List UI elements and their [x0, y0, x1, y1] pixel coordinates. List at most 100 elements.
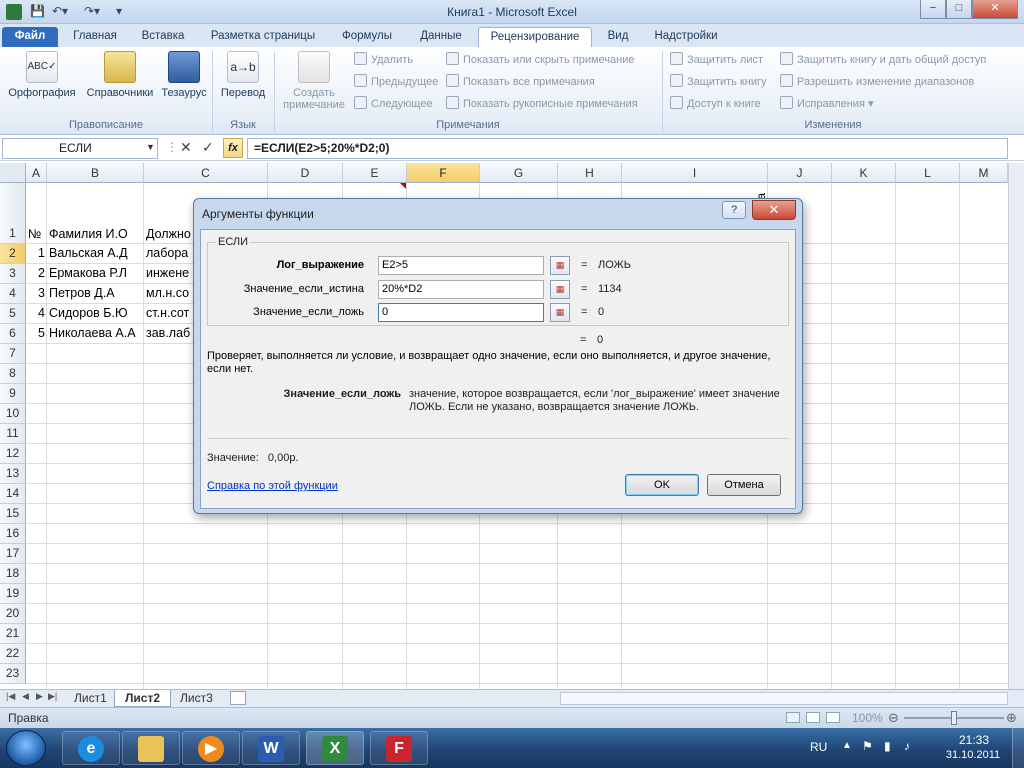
tab-review[interactable]: Рецензирование [478, 27, 592, 47]
cell-b2[interactable]: Вальская А.Д [47, 244, 144, 263]
row-header-5[interactable]: 5 [0, 304, 26, 324]
cell-b3[interactable]: Ермакова Р.Л [47, 264, 144, 283]
sheet-tab-2[interactable]: Лист2 [114, 690, 172, 707]
taskbar-media-player[interactable]: ▶ [182, 731, 240, 765]
share-book-button[interactable]: Доступ к книге [670, 95, 761, 113]
normal-view-icon[interactable] [786, 712, 800, 723]
cell-b5[interactable]: Сидоров Б.Ю [47, 304, 144, 323]
row-header-10[interactable]: 10 [0, 404, 26, 424]
sheet-nav-prev-icon[interactable]: ◀ [22, 691, 29, 702]
clock-date[interactable]: 31.10.2011 [938, 749, 1008, 761]
enter-icon[interactable]: ✓ [202, 139, 214, 156]
delete-comment-button[interactable]: Удалить [354, 51, 413, 69]
sheet-nav-last-icon[interactable]: ▶| [48, 691, 57, 702]
cell-a6[interactable]: 5 [26, 324, 47, 343]
zoom-out-icon[interactable]: ⊖ [888, 710, 899, 726]
column-header-k[interactable]: K [832, 163, 896, 183]
tab-view[interactable]: Вид [596, 27, 640, 47]
cell-c6[interactable]: зав.лаб [144, 324, 194, 343]
dialog-close-button[interactable]: ✕ [752, 200, 796, 220]
tab-formulas[interactable]: Формулы [332, 27, 402, 47]
taskbar-app[interactable]: F [370, 731, 428, 765]
previous-comment-button[interactable]: Предыдущее [354, 73, 438, 91]
cell-c1[interactable]: Должно [144, 225, 194, 244]
function-help-link[interactable]: Справка по этой функции [207, 480, 338, 492]
next-comment-button[interactable]: Следующее [354, 95, 433, 113]
page-break-view-icon[interactable] [826, 712, 840, 723]
row-header-6[interactable]: 6 [0, 324, 26, 344]
row-header-23[interactable]: 23 [0, 664, 26, 684]
row-header-13[interactable]: 13 [0, 464, 26, 484]
row-header-11[interactable]: 11 [0, 424, 26, 444]
new-comment-button[interactable]: Создать примечание [278, 51, 350, 111]
cancel-button[interactable]: Отмена [707, 474, 781, 496]
row-header-15[interactable]: 15 [0, 504, 26, 524]
zoom-in-icon[interactable]: ⊕ [1006, 710, 1017, 726]
column-header-c[interactable]: C [144, 163, 268, 183]
taskbar-ie[interactable]: e [62, 731, 120, 765]
sheet-tab-3[interactable]: Лист3 [170, 690, 223, 707]
column-header-j[interactable]: J [768, 163, 832, 183]
row-header-1[interactable]: 1 [0, 183, 26, 244]
row-header-2[interactable]: 2 [0, 244, 26, 264]
cell-b4[interactable]: Петров Д.А [47, 284, 144, 303]
cell-a1[interactable]: № [26, 225, 47, 244]
column-header-m[interactable]: M [960, 163, 1008, 183]
network-icon[interactable]: ▮ [884, 739, 891, 753]
tab-insert[interactable]: Вставка [132, 27, 194, 47]
value-if-true-input[interactable]: 20%*D2 [378, 280, 544, 299]
protect-share-button[interactable]: Защитить книгу и дать общий доступ [780, 51, 986, 69]
show-desktop-button[interactable] [1012, 728, 1024, 768]
zoom-slider-thumb[interactable] [951, 711, 957, 725]
row-header-19[interactable]: 19 [0, 584, 26, 604]
horizontal-scrollbar[interactable] [560, 692, 1008, 705]
collapse-dialog-icon[interactable]: ▦ [550, 303, 570, 322]
sheet-nav-first-icon[interactable]: |◀ [6, 691, 15, 702]
tab-home[interactable]: Главная [62, 27, 128, 47]
name-box[interactable]: ЕСЛИ [2, 138, 158, 159]
row-header-22[interactable]: 22 [0, 644, 26, 664]
row-header-4[interactable]: 4 [0, 284, 26, 304]
maximize-button[interactable]: □ [946, 0, 972, 19]
row-header-7[interactable]: 7 [0, 344, 26, 364]
minimize-button[interactable]: − [920, 0, 946, 19]
cell-a2[interactable]: 1 [26, 244, 47, 263]
row-header-12[interactable]: 12 [0, 444, 26, 464]
sheet-tab-1[interactable]: Лист1 [64, 690, 117, 707]
volume-icon[interactable]: ♪ [904, 739, 910, 753]
cancel-icon[interactable]: ✕ [180, 139, 192, 156]
row-header-16[interactable]: 16 [0, 524, 26, 544]
select-all-corner[interactable] [0, 163, 26, 183]
name-box-dropdown-icon[interactable]: ▼ [146, 142, 155, 152]
show-hide-comment-button[interactable]: Показать или скрыть примечание [446, 51, 634, 69]
column-header-a[interactable]: A [26, 163, 47, 183]
collapse-dialog-icon[interactable]: ▦ [550, 280, 570, 299]
value-if-false-input[interactable]: 0 [378, 303, 544, 322]
show-ink-button[interactable]: Показать рукописные примечания [446, 95, 638, 113]
taskbar-explorer[interactable] [122, 731, 180, 765]
vertical-scrollbar[interactable] [1008, 163, 1024, 689]
sheet-nav-next-icon[interactable]: ▶ [36, 691, 43, 702]
close-window-button[interactable]: ✕ [972, 0, 1018, 19]
spelling-button[interactable]: ABC✓ Орфография [6, 51, 78, 99]
tab-addins[interactable]: Надстройки [646, 27, 726, 47]
action-center-flag-icon[interactable]: ⚑ [862, 739, 873, 753]
language-indicator[interactable]: RU [810, 740, 827, 754]
row-header-20[interactable]: 20 [0, 604, 26, 624]
ok-button[interactable]: OK [625, 474, 699, 496]
clock-time[interactable]: 21:33 [944, 733, 1004, 747]
column-header-i[interactable]: I [622, 163, 768, 183]
row-header-3[interactable]: 3 [0, 264, 26, 284]
cell-a5[interactable]: 4 [26, 304, 47, 323]
tab-data[interactable]: Данные [408, 27, 474, 47]
row-header-8[interactable]: 8 [0, 364, 26, 384]
insert-sheet-icon[interactable] [230, 691, 246, 705]
cell-b1[interactable]: Фамилия И.О [47, 225, 144, 244]
column-header-e[interactable]: E [343, 163, 407, 183]
logical-test-input[interactable]: E2>5 [378, 256, 544, 275]
column-header-b[interactable]: B [47, 163, 144, 183]
column-header-l[interactable]: L [896, 163, 960, 183]
collapse-dialog-icon[interactable]: ▦ [550, 256, 570, 275]
track-changes-button[interactable]: Исправления ▾ [780, 95, 873, 113]
row-header-21[interactable]: 21 [0, 624, 26, 644]
